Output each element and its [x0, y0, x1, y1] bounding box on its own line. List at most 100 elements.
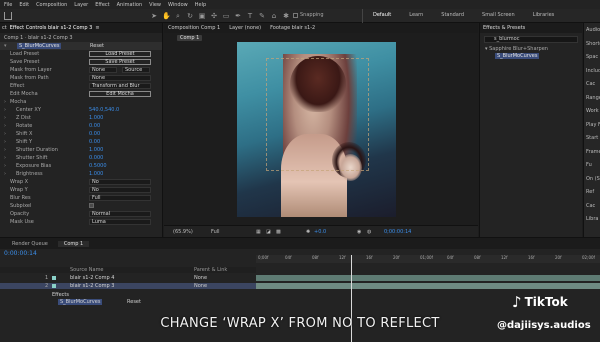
workspace-default[interactable]: Default: [364, 12, 400, 18]
effects-label[interactable]: Effects: [52, 292, 69, 298]
layer-bounding-box[interactable]: [266, 58, 369, 171]
expand-chevron-icon[interactable]: ›: [4, 171, 8, 177]
time-ruler[interactable]: 0;00f 04f 08f 12f 16f 20f 01;00f 04f 08f 12f 16f 20…: [256, 255, 600, 263]
side-panel-label[interactable]: Cac: [586, 203, 595, 209]
menu-animation[interactable]: Animation: [117, 2, 143, 8]
reset-link[interactable]: Reset: [90, 43, 104, 49]
effect-param-row[interactable]: › Brightness 1.000: [0, 170, 162, 178]
effects-group-row[interactable]: Effects: [0, 292, 256, 298]
subpixel-checkbox[interactable]: [89, 203, 94, 208]
effects-search-input[interactable]: s_blurmoc: [484, 36, 578, 43]
camera-tool-icon[interactable]: ▣: [198, 12, 206, 20]
snapping-toggle[interactable]: Snapping: [293, 12, 324, 18]
side-panel-label[interactable]: Cac: [586, 81, 595, 87]
param-dropdown[interactable]: None: [89, 75, 151, 81]
param-dropdown[interactable]: Transform and Blur: [89, 83, 151, 89]
param-value[interactable]: 1.000: [89, 115, 103, 121]
tab-project[interactable]: ct: [2, 25, 7, 31]
menu-window[interactable]: Window: [168, 2, 188, 8]
param-dropdown[interactable]: None: [89, 67, 117, 73]
zoom-level[interactable]: (65.9%): [173, 229, 193, 235]
expand-chevron-icon[interactable]: ›: [4, 147, 8, 153]
effect-param-row[interactable]: Load Preset Load Preset: [0, 50, 162, 58]
effect-param-row[interactable]: › Shutter Duration 1.000: [0, 146, 162, 154]
layer-row-1[interactable]: 1 blair s1-2 Comp 4 None: [0, 275, 256, 281]
effect-param-row[interactable]: › Exposure Bias 0.5000: [0, 162, 162, 170]
menu-file[interactable]: File: [4, 2, 12, 8]
exposure-icon[interactable]: ✺: [306, 229, 310, 235]
comp-pill[interactable]: Comp 1: [177, 34, 203, 41]
layer-label-swatch[interactable]: [52, 276, 56, 280]
puppet-tool-icon[interactable]: ✱: [282, 12, 290, 20]
pan-tool-icon[interactable]: ✣: [210, 12, 218, 20]
expand-chevron-icon[interactable]: ›: [4, 131, 8, 137]
effect-timeline-name[interactable]: S_BlurMoCurves: [58, 299, 103, 305]
workspace-standard[interactable]: Standard: [432, 12, 473, 18]
param-dropdown[interactable]: Full: [89, 195, 151, 201]
param-button[interactable]: Load Preset: [89, 51, 151, 57]
param-value[interactable]: 0.00: [89, 139, 100, 145]
workspace-small-screen[interactable]: Small Screen: [473, 12, 524, 18]
effect-param-row[interactable]: › Shift X 0.00: [0, 130, 162, 138]
video-frame[interactable]: [237, 42, 396, 217]
expand-chevron-icon[interactable]: ›: [4, 107, 8, 113]
layer-1-duration-bar[interactable]: [256, 275, 600, 281]
rotate-tool-icon[interactable]: ↻: [186, 12, 194, 20]
effect-param-row[interactable]: › Mocha: [0, 98, 162, 106]
effect-item-selected[interactable]: S_BlurMoCurves: [495, 53, 540, 59]
side-panel-label[interactable]: Spac: [586, 54, 598, 60]
menu-effect[interactable]: Effect: [95, 2, 109, 8]
tab-layer[interactable]: Layer (none): [229, 25, 261, 31]
selection-tool-icon[interactable]: ➤: [150, 12, 158, 20]
effect-param-row[interactable]: › Shutter Shift 0.000: [0, 154, 162, 162]
param-button[interactable]: Save Preset: [89, 59, 151, 65]
resolution-select[interactable]: Full: [211, 229, 220, 235]
effect-param-row[interactable]: › Shift Y 0.00: [0, 138, 162, 146]
shape-tool-icon[interactable]: ▭: [222, 12, 230, 20]
layer-2-duration-bar[interactable]: [256, 283, 600, 289]
param-value[interactable]: 0.000: [89, 155, 103, 161]
effect-param-row[interactable]: Subpixel: [0, 202, 162, 210]
effect-param-row[interactable]: › Rotate 0.00: [0, 122, 162, 130]
grid-icon[interactable]: ▦: [256, 229, 261, 235]
param-dropdown[interactable]: Luma: [89, 219, 151, 225]
brush-tool-icon[interactable]: ✎: [258, 12, 266, 20]
menu-composition[interactable]: Composition: [36, 2, 67, 8]
effect-param-row[interactable]: › Center XY 540.0,540.0: [0, 106, 162, 114]
side-panel-label[interactable]: Fu: [586, 162, 592, 168]
side-panel-label[interactable]: Shortcut: [586, 41, 600, 47]
param-button[interactable]: Edit Mocha: [89, 91, 151, 97]
param-value[interactable]: 0.00: [89, 123, 100, 129]
text-tool-icon[interactable]: T: [246, 12, 254, 20]
transparency-grid-icon[interactable]: ▩: [276, 229, 281, 235]
effect-param-row[interactable]: Wrap X No: [0, 178, 162, 186]
side-panel-label[interactable]: Libra: [586, 216, 598, 222]
snapping-checkbox[interactable]: [293, 12, 298, 18]
effect-param-row[interactable]: Blur Res Full: [0, 194, 162, 202]
workspace-libraries[interactable]: Libraries: [524, 12, 564, 18]
effect-group[interactable]: ▾ Sapphire Blur+Sharpen: [485, 46, 582, 53]
layer-label-swatch[interactable]: [52, 284, 56, 288]
param-dropdown[interactable]: No: [89, 187, 151, 193]
param-value[interactable]: 0.5000: [89, 163, 107, 169]
snapshot-camera-icon[interactable]: ◉: [357, 229, 361, 235]
layer-name[interactable]: blair s1-2 Comp 3: [70, 283, 114, 289]
expand-chevron-icon[interactable]: ›: [4, 139, 8, 145]
menu-help[interactable]: Help: [195, 2, 206, 8]
effect-param-row[interactable]: Mask Use Luma: [0, 218, 162, 226]
expand-chevron-icon[interactable]: ›: [4, 155, 8, 161]
timeline-timecode[interactable]: 0:00:00:14: [4, 250, 37, 257]
tab-effect-controls[interactable]: Effect Controls blair s1-2 Comp 3: [10, 25, 93, 31]
param-dropdown[interactable]: No: [89, 179, 151, 185]
param-value[interactable]: 0.00: [89, 131, 100, 137]
pen-tool-icon[interactable]: ✒: [234, 12, 242, 20]
effects-presets-title[interactable]: Effects & Presets: [480, 23, 582, 33]
menu-layer[interactable]: Layer: [74, 2, 88, 8]
hand-tool-icon[interactable]: ✋: [162, 12, 171, 20]
layer-name[interactable]: blair s1-2 Comp 4: [70, 275, 114, 281]
side-panel-label[interactable]: Audio: [586, 27, 600, 33]
expand-chevron-icon[interactable]: ›: [4, 163, 8, 169]
effect-timeline-reset[interactable]: Reset: [127, 299, 141, 305]
effect-param-row[interactable]: › Z Dist 1.000: [0, 114, 162, 122]
effect-timeline-row[interactable]: S_BlurMoCurves Reset: [0, 299, 256, 305]
